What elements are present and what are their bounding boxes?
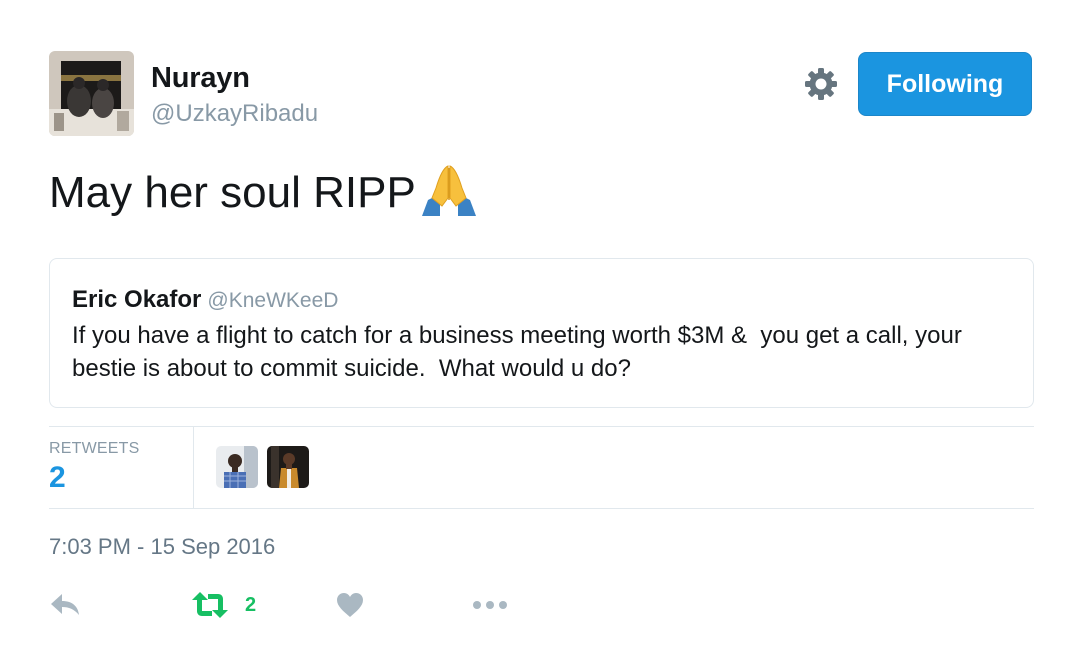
quoted-tweet-header: Eric Okafor @KneWKeeD bbox=[72, 286, 338, 314]
heart-icon bbox=[337, 593, 363, 617]
following-button[interactable]: Following bbox=[858, 52, 1032, 116]
author-handle[interactable]: @UzkayRibadu bbox=[151, 100, 318, 128]
retweet-button[interactable]: 2 bbox=[191, 588, 256, 622]
author-name[interactable]: Nurayn bbox=[151, 62, 250, 95]
quoted-tweet-text: If you have a flight to catch for a busi… bbox=[72, 322, 969, 382]
stats-bottom-divider bbox=[49, 508, 1034, 509]
retweets-label: RETWEETS bbox=[49, 440, 140, 457]
like-button[interactable] bbox=[336, 588, 364, 622]
quoted-author-handle: @KneWKeeD bbox=[207, 289, 339, 312]
tweet-timestamp[interactable]: 7:03 PM - 15 Sep 2016 bbox=[49, 534, 275, 560]
tweet-card: Nurayn @UzkayRibadu Following May her so… bbox=[0, 0, 1090, 659]
tweet-text: May her soul RIPP bbox=[49, 165, 480, 218]
quoted-tweet[interactable]: Eric Okafor @KneWKeeD If you have a fligh… bbox=[49, 258, 1034, 408]
retweeter-avatar[interactable] bbox=[216, 446, 258, 488]
author-avatar[interactable] bbox=[49, 51, 134, 136]
reply-button[interactable] bbox=[49, 588, 81, 622]
retweets-count[interactable]: 2 bbox=[49, 461, 66, 495]
gear-icon[interactable] bbox=[803, 66, 839, 102]
stats-top-divider bbox=[49, 426, 1034, 427]
tweet-text-content: May her soul RIPP bbox=[49, 168, 416, 217]
reply-icon bbox=[51, 594, 79, 615]
folded-hands-icon bbox=[421, 165, 476, 216]
retweeter-avatar[interactable] bbox=[267, 446, 309, 488]
more-icon bbox=[473, 601, 507, 609]
quoted-author-name: Eric Okafor bbox=[72, 286, 202, 313]
retweet-icon bbox=[192, 592, 228, 618]
retweet-action-count: 2 bbox=[245, 593, 257, 616]
stats-vertical-divider bbox=[193, 427, 194, 508]
more-button[interactable] bbox=[472, 588, 508, 622]
